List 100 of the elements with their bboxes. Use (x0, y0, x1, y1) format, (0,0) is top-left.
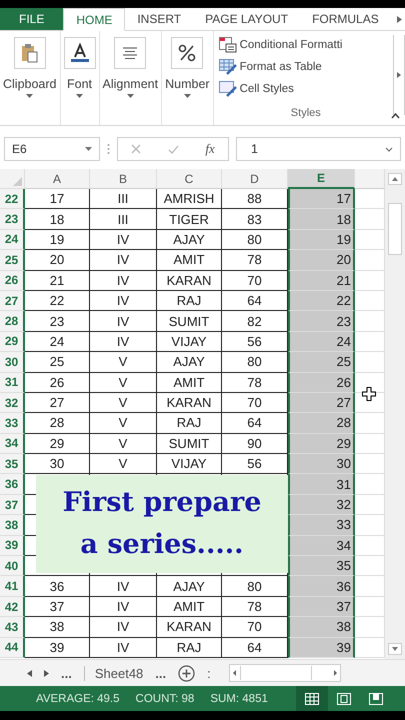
more-sheets-button[interactable]: ... (155, 666, 166, 680)
ribbon-tab[interactable]: FORMULAS (300, 8, 391, 30)
table-cell: 33 (288, 515, 355, 536)
caret-icon[interactable] (184, 94, 191, 98)
row-header[interactable]: 25 (0, 250, 25, 271)
row-header[interactable]: 41 (0, 576, 25, 597)
scroll-thumb[interactable] (240, 666, 312, 680)
table-cell: VIJAY (157, 454, 222, 474)
row-header[interactable]: 23 (0, 209, 25, 230)
caret-icon[interactable] (76, 94, 84, 98)
table-cell: V (90, 372, 157, 393)
table-cell: TIGER (157, 209, 222, 230)
insert-function-button[interactable]: fx (205, 141, 215, 157)
group-label: Font (67, 77, 92, 91)
table-cell: IV (90, 617, 157, 638)
styles-command[interactable]: Cell Styles (240, 82, 294, 94)
sheet-tab[interactable]: Sheet48 (84, 666, 144, 680)
row-header[interactable]: 24 (0, 230, 25, 250)
row-header[interactable]: 30 (0, 352, 25, 373)
row-header[interactable]: 36 (0, 474, 25, 495)
column-header[interactable]: D (222, 169, 288, 189)
column-header[interactable]: C (157, 169, 222, 189)
row-header[interactable]: 28 (0, 311, 25, 332)
table-cell: 22 (288, 290, 355, 312)
formula-field[interactable]: 1 (236, 137, 401, 161)
caret-icon[interactable] (126, 94, 134, 98)
splitter-handle[interactable]: : (207, 666, 211, 680)
scroll-right-icon[interactable] (396, 16, 402, 22)
row-header[interactable]: 39 (0, 536, 25, 556)
scroll-thumb[interactable] (388, 203, 402, 255)
row-header[interactable]: 32 (0, 392, 25, 414)
table-cell: 26 (25, 372, 90, 393)
row-header[interactable]: 38 (0, 515, 25, 536)
styles-command[interactable]: Format as Table (240, 60, 322, 72)
table-cell: V (90, 392, 157, 414)
table-cell: 17 (288, 189, 355, 210)
scroll-right-icon[interactable] (397, 72, 401, 78)
status-summary: AVERAGE: 49.5 (36, 692, 120, 704)
table-cell: 35 (288, 556, 355, 576)
row-header[interactable]: 44 (0, 638, 25, 658)
column-header[interactable]: E (288, 169, 355, 189)
percent-icon (178, 44, 196, 62)
row-header[interactable]: 34 (0, 434, 25, 454)
row-header[interactable]: 37 (0, 494, 25, 516)
drag-handle-icon[interactable] (107, 143, 110, 155)
more-sheets-button[interactable]: ... (61, 666, 72, 680)
table-cell: AJAY (157, 352, 222, 373)
add-sheet-icon[interactable] (178, 664, 196, 682)
row-header[interactable]: 43 (0, 617, 25, 638)
ribbon-tab[interactable]: HOME (63, 8, 126, 31)
vertical-scrollbar[interactable] (385, 169, 405, 659)
caret-icon (85, 147, 92, 151)
table-cell: 20 (288, 250, 355, 271)
table-cell: AJAY (157, 230, 222, 250)
table-cell: 37 (288, 596, 355, 618)
table-cell: 32 (288, 494, 355, 516)
column-header[interactable]: A (25, 169, 90, 189)
name-box[interactable]: E6 (4, 137, 100, 161)
group-button[interactable] (171, 37, 204, 69)
group-button[interactable] (114, 37, 146, 69)
table-cell: 38 (288, 617, 355, 638)
ribbon-tab[interactable]: PAGE LAYOUT (193, 8, 300, 30)
row-header[interactable]: 31 (0, 372, 25, 393)
table-cell: VIJAY (157, 332, 222, 352)
table-cell: 28 (25, 413, 90, 434)
row-header[interactable]: 40 (0, 556, 25, 576)
ribbon-tab[interactable]: FILE (0, 8, 64, 30)
column-header[interactable]: B (90, 169, 157, 189)
table-cell: 25 (288, 352, 355, 373)
table-cell: AMIT (157, 250, 222, 271)
table-cell: 25 (25, 352, 90, 373)
previous-sheet-icon[interactable] (27, 670, 32, 676)
expand-icon (385, 146, 393, 152)
styles-command[interactable]: Conditional Formatti (240, 38, 342, 50)
row-header[interactable]: 29 (0, 332, 25, 352)
scroll-up-icon[interactable] (388, 173, 402, 185)
table-cell: 20 (25, 250, 90, 271)
table-cell: 30 (25, 454, 90, 474)
row-header[interactable]: 35 (0, 454, 25, 474)
conditional-format-icon (218, 36, 237, 52)
row-header[interactable]: 42 (0, 596, 25, 618)
row-header[interactable]: 26 (0, 270, 25, 291)
row-header[interactable]: 27 (0, 290, 25, 312)
group-button[interactable] (64, 37, 96, 69)
table-cell: III (90, 209, 157, 230)
row-header[interactable]: 22 (0, 189, 25, 210)
collapse-ribbon-icon[interactable] (391, 113, 400, 119)
cell-styles-icon (218, 80, 237, 96)
group-label: Alignment (102, 77, 158, 91)
status-summary: SUM: 4851 (210, 692, 268, 704)
horizontal-scrollbar[interactable] (228, 664, 341, 682)
next-sheet-icon[interactable] (44, 670, 49, 676)
caret-icon[interactable] (26, 94, 34, 98)
ribbon-tab[interactable]: INSERT (125, 8, 194, 30)
scroll-down-icon[interactable] (388, 643, 402, 655)
row-header[interactable]: 33 (0, 413, 25, 434)
table-cell: III (90, 189, 157, 210)
view-button[interactable] (296, 686, 328, 711)
group-label: Styles (290, 107, 321, 119)
table-cell: 23 (25, 311, 90, 332)
